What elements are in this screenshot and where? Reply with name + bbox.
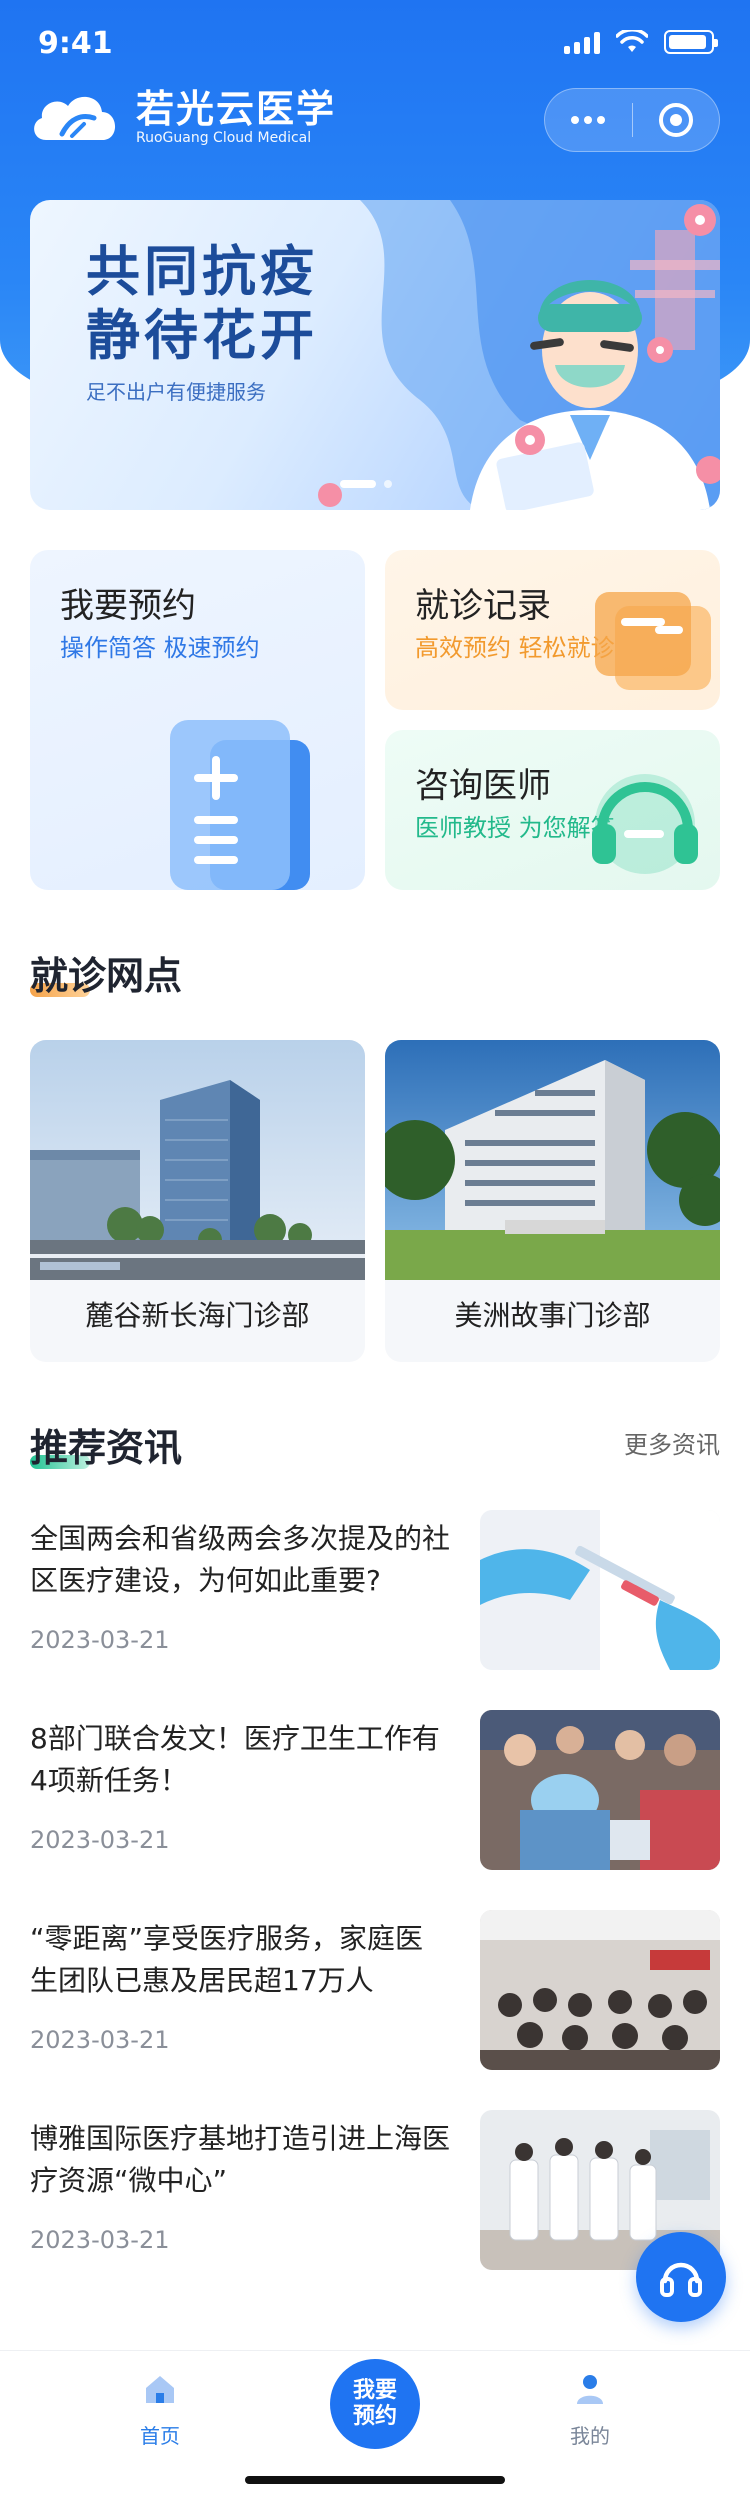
- appointment-document-icon: [170, 720, 310, 890]
- wifi-icon: [616, 30, 648, 52]
- tab-center-label-line1: 我要: [352, 2378, 397, 2403]
- book-appointment-card[interactable]: 我要预约 操作简答 极速预约: [30, 550, 365, 890]
- news-photo-3: [480, 1910, 720, 2070]
- more-menu-button[interactable]: [545, 89, 632, 151]
- brand-subtitle: RuoGuang Cloud Medical: [136, 130, 312, 146]
- status-icons: [564, 30, 718, 54]
- visit-record-card[interactable]: 就诊记录 高效预约 轻松就诊: [385, 550, 720, 710]
- headset-icon: [660, 2262, 702, 2297]
- banner-pagination: [340, 480, 392, 488]
- news-item-4[interactable]: 博雅国际医疗基地打造引进上海医疗资源“微中心” 2023-03-21: [30, 2110, 720, 2280]
- clinics-section-title: 就诊网点: [30, 954, 183, 998]
- record-folder-icon: [595, 592, 711, 690]
- home-icon: [146, 2376, 174, 2403]
- banner-dot: [384, 480, 392, 488]
- clinic-photo-1: [30, 1040, 365, 1280]
- banner-title-line2: 静待花开: [86, 304, 318, 367]
- banner-title: 共同抗疫 静待花开: [86, 240, 318, 368]
- consult-headset-icon: [592, 774, 698, 874]
- tab-center-label-line2: 预约: [352, 2404, 397, 2429]
- tab-home[interactable]: 首页: [100, 2371, 220, 2449]
- home-indicator: [245, 2476, 505, 2484]
- news-title-4: 博雅国际医疗基地打造引进上海医疗资源“微中心”: [30, 2122, 451, 2197]
- customer-support-button[interactable]: [636, 2232, 726, 2322]
- news-title-2: 8部门联合发文！医疗卫生工作有4项新任务！: [30, 1722, 440, 1797]
- news-item-2[interactable]: 8部门联合发文！医疗卫生工作有4项新任务！ 2023-03-21: [30, 1710, 720, 1880]
- tab-book-appointment[interactable]: 我要 预约: [330, 2359, 420, 2449]
- more-dots-icon: [571, 116, 606, 124]
- book-card-subtitle: 操作简答 极速预约: [60, 634, 260, 662]
- consult-card-title: 咨询医师: [415, 766, 551, 806]
- more-news-link[interactable]: 更多资讯: [624, 1425, 720, 1460]
- news-item-1[interactable]: 全国两会和省级两会多次提及的社区医疗建设，为何如此重要? 2023-03-21: [30, 1510, 720, 1680]
- banner-dot-active: [340, 480, 376, 488]
- close-mini-program-button[interactable]: [633, 89, 720, 151]
- news-date-4: 2023-03-21: [30, 2226, 170, 2254]
- promo-banner[interactable]: 共同抗疫 静待花开 足不出户有便捷服务: [30, 200, 720, 510]
- brand-name: 若光云医学: [136, 87, 337, 131]
- target-circle-icon: [658, 103, 693, 137]
- status-time: 9:41: [38, 26, 113, 61]
- brand: 若光云医学 RuoGuang Cloud Medical: [28, 88, 336, 148]
- mini-program-capsule: [544, 88, 720, 152]
- banner-subtitle: 足不出户有便捷服务: [86, 380, 266, 404]
- book-card-title: 我要预约: [60, 586, 196, 626]
- news-title-1: 全国两会和省级两会多次提及的社区医疗建设，为何如此重要?: [30, 1522, 451, 1597]
- tab-home-label: 首页: [140, 2424, 180, 2448]
- status-bar: 9:41: [0, 0, 750, 90]
- news-date-1: 2023-03-21: [30, 1626, 170, 1654]
- doctor-illustration: [318, 200, 720, 510]
- clinic-photo-2: [385, 1040, 720, 1280]
- news-item-3[interactable]: “零距离”享受医疗服务，家庭医生团队已惠及居民超17万人 2023-03-21: [30, 1910, 720, 2080]
- clinic-card-1[interactable]: 麓谷新长海门诊部: [30, 1040, 365, 1362]
- news-date-2: 2023-03-21: [30, 1826, 170, 1854]
- cloud-logo-icon: [34, 96, 116, 140]
- consult-doctor-card[interactable]: 咨询医师 医师教授 为您解答: [385, 730, 720, 890]
- signal-icon: [564, 30, 600, 54]
- news-photo-1: [480, 1510, 720, 1670]
- news-photo-2: [480, 1710, 720, 1870]
- tab-mine-label: 我的: [570, 2424, 610, 2448]
- news-section-title: 推荐资讯: [30, 1426, 183, 1470]
- battery-icon: [664, 30, 718, 54]
- clinic-card-2[interactable]: 美洲故事门诊部: [385, 1040, 720, 1362]
- clinic-name-1: 麓谷新长海门诊部: [85, 1299, 310, 1332]
- news-title-3: “零距离”享受医疗服务，家庭医生团队已惠及居民超17万人: [30, 1922, 424, 1997]
- clinic-name-2: 美洲故事门诊部: [454, 1299, 651, 1332]
- tab-mine[interactable]: 我的: [530, 2371, 650, 2449]
- user-icon: [577, 2375, 603, 2404]
- record-card-title: 就诊记录: [415, 586, 551, 626]
- banner-title-line1: 共同抗疫: [86, 240, 318, 303]
- news-date-3: 2023-03-21: [30, 2026, 170, 2054]
